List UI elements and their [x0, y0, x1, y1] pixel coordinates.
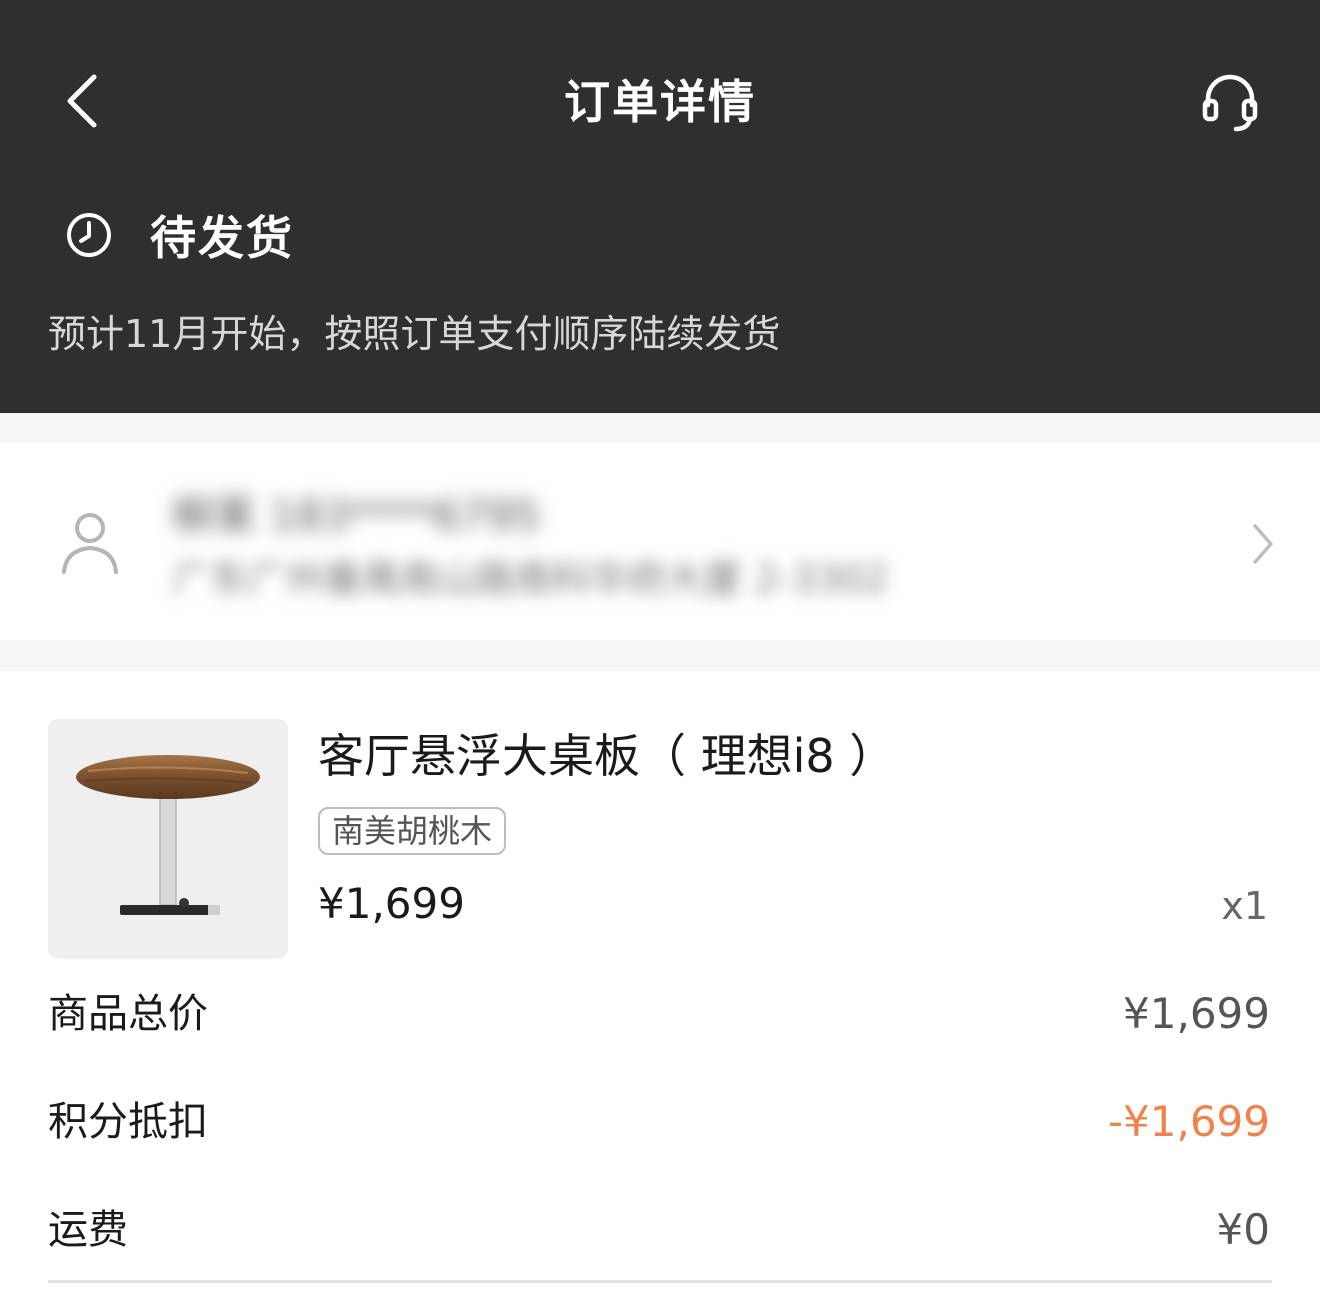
subtotal-label: 商品总价 [48, 991, 208, 1037]
page-title: 订单详情 [564, 75, 756, 129]
unit-price: ¥1,699 [318, 879, 465, 928]
divider [48, 1280, 1272, 1283]
product-image[interactable] [48, 719, 288, 959]
points-deduction-label: 积分抵扣 [48, 1099, 208, 1145]
shipping-fee-value: ¥0 [1216, 1205, 1270, 1254]
customer-service-button[interactable] [1192, 66, 1268, 138]
table-product-icon [76, 755, 260, 915]
variant-tag: 南美胡桃木 [318, 807, 507, 855]
subtotal-value: ¥1,699 [1123, 989, 1270, 1038]
person-icon [62, 513, 118, 574]
order-status: 待发货 [64, 200, 294, 270]
points-deduction-value: -¥1,699 [1107, 1097, 1270, 1146]
status-label: 待发货 [150, 211, 294, 265]
clock-icon [67, 213, 111, 257]
recipient-address: 广东广州番禺南山路南科华府大厦 2-3302 [172, 557, 889, 601]
recipient-name-phone: 柳某 183****6795 [172, 491, 541, 540]
quantity: x1 [1221, 884, 1268, 928]
section-gap [0, 413, 1320, 443]
product-name[interactable]: 客厅悬浮大桌板（ 理想i8 ） [318, 724, 895, 788]
shipping-fee-label: 运费 [48, 1207, 128, 1253]
headset-icon [1202, 74, 1258, 132]
order-header: 订单详情 待发货 预计11月开始，按照订单支付顺序陆续发货 [0, 0, 1320, 413]
section-gap [0, 640, 1320, 671]
shipping-notice: 预计11月开始，按照订单支付顺序陆续发货 [48, 312, 781, 356]
chevron-right-icon [1253, 524, 1273, 564]
